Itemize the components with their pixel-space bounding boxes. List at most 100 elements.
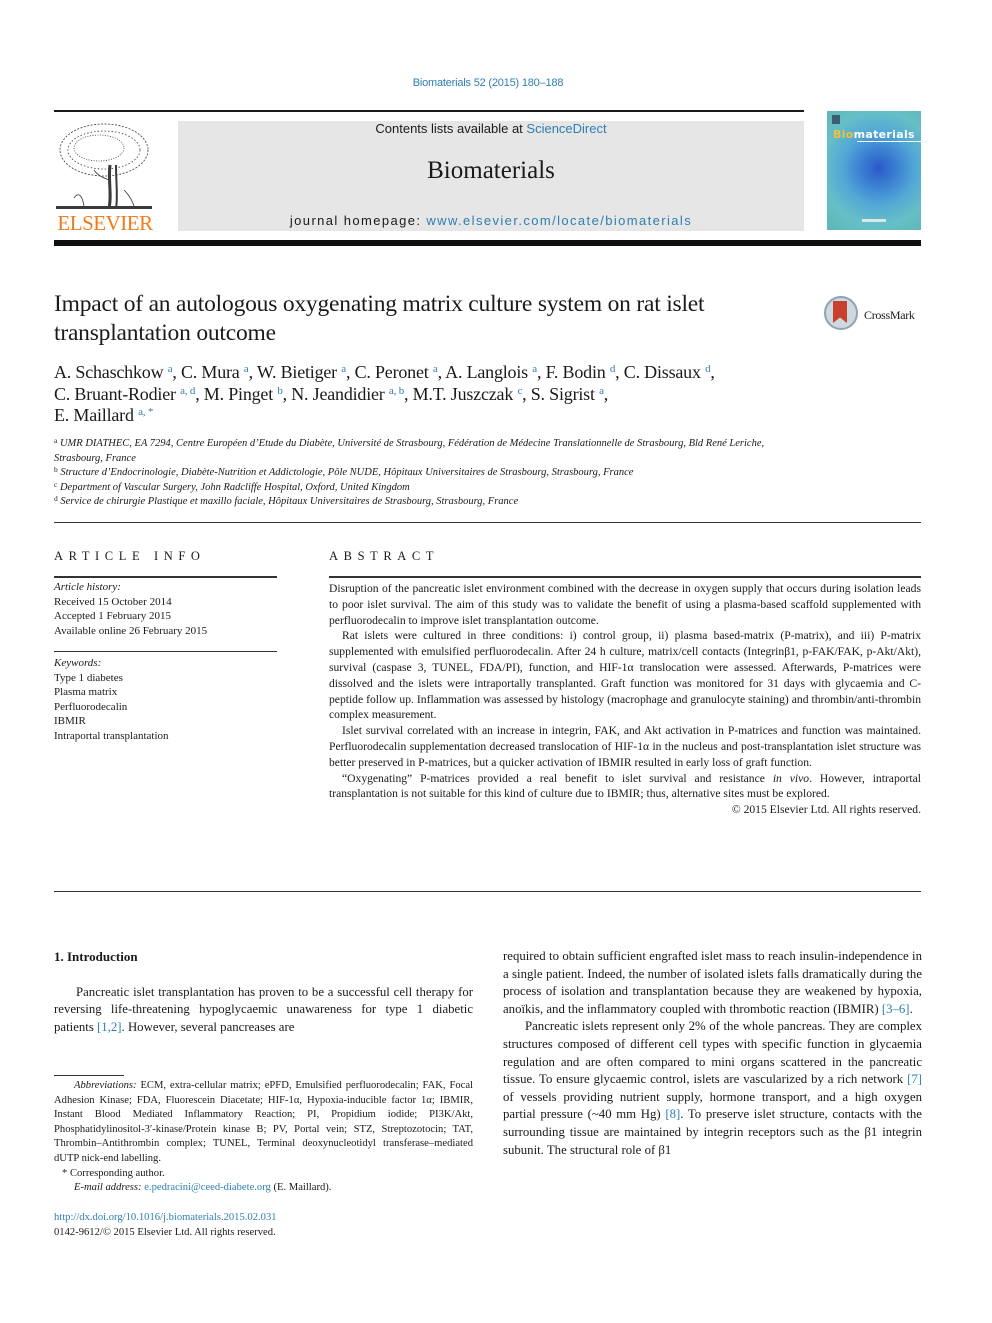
author-affiliation-marker[interactable]: b — [277, 385, 283, 397]
keywords: Keywords: Type 1 diabetes Plasma matrix … — [54, 656, 284, 743]
body-text: required to obtain sufficient engrafted … — [503, 949, 922, 1016]
article-history-label: Article history: — [54, 581, 121, 593]
email-link[interactable]: e.pedracini@ceed-diabete.org — [144, 1182, 271, 1193]
abstract-italic-text: in vivo — [772, 771, 810, 785]
affiliation-list: a UMR DIATHEC, EA 7294, Centre Européen … — [54, 437, 814, 510]
author-name[interactable]: S. Sigrist — [531, 384, 599, 404]
email-label: E-mail address: — [74, 1182, 142, 1194]
citation-link[interactable]: [1,2] — [97, 1020, 122, 1034]
email-suffix: (E. Maillard). — [270, 1182, 332, 1194]
elsevier-wordmark: ELSEVIER — [57, 211, 153, 235]
author-affiliation-marker[interactable]: a — [341, 363, 346, 375]
keyword-item: Type 1 diabetes — [54, 671, 123, 684]
author-name[interactable]: M.T. Juszczak — [413, 384, 518, 404]
author-name[interactable]: C. Bruant-Rodier — [54, 384, 180, 404]
keywords-label: Keywords: — [54, 657, 102, 669]
author-name[interactable]: W. Bietiger — [257, 362, 341, 382]
citation-link[interactable]: [8] — [665, 1107, 680, 1121]
author-affiliation-marker[interactable]: a — [433, 363, 438, 375]
article-info-heading: ARTICLE INFO — [54, 549, 206, 563]
author-affiliation-marker[interactable]: a, * — [138, 406, 153, 418]
section-heading-introduction: 1. Introduction — [54, 949, 138, 964]
doi-block: http://dx.doi.org/10.1016/j.biomaterials… — [54, 1211, 473, 1240]
history-accepted: Accepted 1 February 2015 — [54, 610, 171, 622]
masthead-thick-rule — [54, 240, 921, 246]
abstract-text: “Oxygenating” P-matrices provided a real… — [342, 771, 773, 785]
email-footnote: E-mail address: e.pedracini@ceed-diabete… — [54, 1181, 473, 1196]
history-online: Available online 26 February 2015 — [54, 624, 208, 637]
affiliation-text: Structure d’Endocrinologie, Diabète-Nutr… — [57, 467, 634, 478]
author-name[interactable]: C. Peronet — [355, 362, 433, 382]
doi-link[interactable]: http://dx.doi.org/10.1016/j.biomaterials… — [54, 1212, 277, 1223]
author-name[interactable]: E. Maillard — [54, 405, 138, 425]
author-affiliation-marker[interactable]: d — [705, 363, 711, 375]
cover-title-highlight: Bio — [833, 128, 854, 141]
affiliation-text: Department of Vascular Surgery, John Rad… — [57, 481, 410, 493]
journal-citation-link[interactable]: Biomaterials 52 (2015) 180–188 — [0, 77, 976, 89]
journal-cover-thumbnail[interactable]: Biomaterials — [827, 111, 921, 230]
abstract-copyright: © 2015 Elsevier Ltd. All rights reserved… — [731, 803, 921, 817]
article-info-rule — [54, 576, 277, 578]
keyword-item: IBMIR — [54, 715, 86, 727]
author-name[interactable]: N. Jeandidier — [291, 384, 389, 404]
keyword-item: Perfluorodecalin — [54, 700, 128, 713]
abstract-paragraph: Islet survival correlated with an increa… — [329, 724, 921, 769]
abstract-paragraph: “Oxygenating” P-matrices provided a real… — [329, 771, 921, 803]
corresponding-author-note: * Corresponding author. — [62, 1167, 165, 1179]
homepage-prefix: journal homepage: — [289, 213, 427, 228]
cover-title-underline — [857, 141, 921, 142]
author-affiliation-marker[interactable]: a — [532, 363, 537, 375]
author-affiliation-marker[interactable]: c — [517, 385, 522, 397]
author-name[interactable]: C. Mura — [181, 362, 244, 382]
abstract-body: Disruption of the pancreatic islet envir… — [329, 581, 921, 818]
front-matter-rule — [54, 522, 921, 523]
cover-footer-mark — [862, 219, 886, 222]
abstract-rule — [329, 576, 921, 578]
crossmark-label: CrossMark — [864, 308, 915, 322]
author-affiliation-marker[interactable]: a — [599, 385, 604, 397]
affiliation-text: UMR DIATHEC, EA 7294, Centre Européen d’… — [54, 438, 765, 464]
journal-homepage: journal homepage: www.elsevier.com/locat… — [178, 213, 804, 228]
footnote-rule — [54, 1075, 124, 1076]
keywords-rule — [54, 651, 277, 652]
author-affiliation-marker[interactable]: a — [168, 363, 173, 375]
article-title: Impact of an autologous oxygenating matr… — [54, 291, 705, 346]
author-affiliation-marker[interactable]: d — [610, 363, 616, 375]
abstract-paragraph: Disruption of the pancreatic islet envir… — [329, 582, 921, 627]
body-paragraph: required to obtain sufficient engrafted … — [503, 948, 922, 1018]
body-text: . However, several pancreases are — [121, 1019, 295, 1034]
author-name[interactable]: A. Langlois — [445, 362, 532, 382]
author-list: A. Schaschkow a, C. Mura a, W. Bietiger … — [54, 362, 715, 425]
issn-copyright: 0142-9612/© 2015 Elsevier Ltd. All right… — [54, 1226, 276, 1238]
author-name[interactable]: M. Pinget — [204, 384, 278, 404]
homepage-link[interactable]: www.elsevier.com/locate/biomaterials — [426, 213, 692, 228]
history-received: Received 15 October 2014 — [54, 595, 172, 608]
body-paragraph: Pancreatic islets represent only 2% of t… — [503, 1018, 922, 1159]
body-right-column: required to obtain sufficient engrafted … — [503, 948, 922, 1159]
affiliation-item: c Department of Vascular Surgery, John R… — [54, 480, 814, 496]
keyword-item: Intraportal transplantation — [54, 729, 169, 742]
author-name[interactable]: A. Schaschkow — [54, 362, 168, 382]
keyword-item: Plasma matrix — [54, 686, 118, 698]
body-left-column: 1. Introduction Pancreatic islet transpl… — [54, 948, 473, 1036]
abbreviations-text: ECM, extra-cellular matrix; ePFD, Emulsi… — [54, 1080, 473, 1164]
contents-prefix: Contents lists available at — [375, 121, 527, 136]
abbreviations-label: Abbreviations: — [74, 1080, 137, 1091]
affiliation-item: d Service de chirurgie Plastique et maxi… — [54, 495, 814, 510]
crossmark-button[interactable]: CrossMark — [824, 295, 924, 335]
sciencedirect-link[interactable]: ScienceDirect — [526, 121, 606, 136]
cover-publisher-badge — [832, 115, 840, 124]
citation-link[interactable]: [7] — [907, 1072, 922, 1086]
article-history: Article history: Received 15 October 201… — [54, 580, 284, 638]
author-affiliation-marker[interactable]: a, b — [389, 385, 404, 397]
affiliation-item: a UMR DIATHEC, EA 7294, Centre Européen … — [54, 437, 814, 466]
citation-link[interactable]: [3–6] — [882, 1002, 910, 1016]
author-affiliation-marker[interactable]: a — [244, 363, 249, 375]
footnotes: Abbreviations: ECM, extra-cellular matri… — [54, 1079, 473, 1196]
author-name[interactable]: C. Dissaux — [624, 362, 705, 382]
body-text: Pancreatic islets represent only 2% of t… — [503, 1019, 922, 1087]
cover-title: Biomaterials — [833, 128, 915, 141]
author-affiliation-marker[interactable]: a, d — [180, 385, 195, 397]
affiliation-item: b Structure d’Endocrinologie, Diabète-Nu… — [54, 466, 814, 481]
author-name[interactable]: F. Bodin — [546, 362, 610, 382]
